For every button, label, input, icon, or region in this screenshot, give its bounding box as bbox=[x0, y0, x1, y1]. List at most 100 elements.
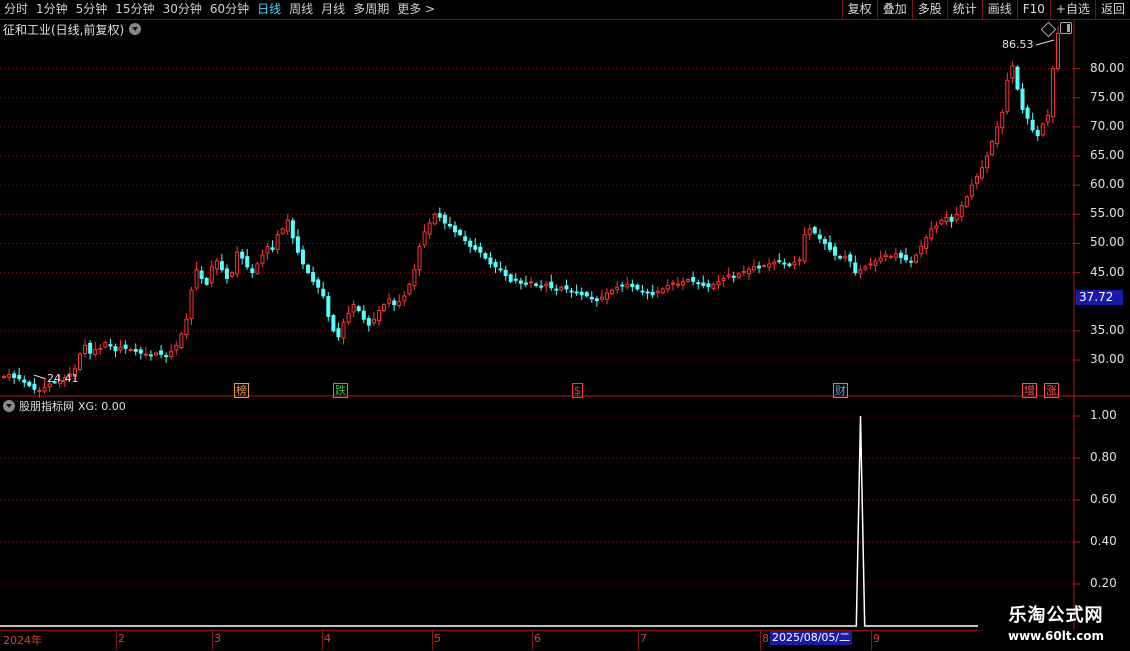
candle-body bbox=[255, 263, 260, 274]
candle-body bbox=[974, 175, 979, 184]
month-tick bbox=[760, 631, 761, 650]
candle-body bbox=[164, 355, 169, 358]
candle-body bbox=[83, 344, 88, 355]
event-marker-0[interactable]: 榜 bbox=[234, 383, 249, 398]
candle-body bbox=[37, 389, 42, 392]
candle-body bbox=[235, 251, 240, 275]
event-marker-1[interactable]: 跌 bbox=[333, 383, 348, 398]
candle-body bbox=[711, 283, 716, 290]
candle-body bbox=[32, 383, 37, 390]
event-marker-2[interactable]: $ bbox=[572, 383, 583, 398]
price-tick-label: 65.00 bbox=[1090, 148, 1125, 163]
candle-body bbox=[174, 344, 179, 351]
watermark-url: www.60lt.com bbox=[1007, 629, 1105, 643]
candle-body bbox=[620, 284, 625, 287]
price-tick-label: 55.00 bbox=[1090, 206, 1125, 221]
event-marker-5[interactable]: 涨 bbox=[1044, 383, 1059, 398]
candle-body bbox=[635, 284, 640, 290]
candle-body bbox=[539, 285, 544, 288]
candle-body bbox=[589, 296, 594, 300]
candle-body bbox=[488, 257, 493, 265]
candle-body bbox=[523, 282, 528, 285]
candle-body bbox=[579, 291, 584, 296]
candle-body bbox=[1015, 66, 1020, 90]
candlestick-chart[interactable] bbox=[0, 0, 1130, 630]
candle-body bbox=[903, 254, 908, 261]
candle-body bbox=[1040, 123, 1045, 136]
candle-body bbox=[584, 292, 589, 297]
candle-body bbox=[670, 282, 675, 285]
candle-body bbox=[189, 289, 194, 320]
candle-body bbox=[969, 184, 974, 197]
month-label: 2024年 bbox=[3, 634, 42, 647]
candle-body bbox=[691, 277, 696, 282]
month-tick bbox=[116, 631, 117, 650]
candle-body bbox=[12, 373, 17, 379]
candle-body bbox=[731, 275, 736, 278]
candle-body bbox=[650, 291, 655, 296]
event-marker-4[interactable]: 增 bbox=[1022, 383, 1037, 398]
month-label: 4 bbox=[324, 632, 331, 645]
chevron-down-icon[interactable] bbox=[3, 400, 15, 412]
indicator-name: 股朋指标网 bbox=[19, 400, 74, 413]
candle-body bbox=[827, 242, 832, 250]
candle-body bbox=[366, 318, 371, 326]
candle-body bbox=[833, 246, 838, 256]
event-marker-3[interactable]: 财 bbox=[833, 383, 848, 398]
candle-body bbox=[645, 291, 650, 294]
candle-body bbox=[610, 289, 615, 295]
candle-body bbox=[518, 280, 523, 284]
candle-body bbox=[103, 342, 108, 348]
candle-body bbox=[822, 239, 827, 244]
indicator-tick-label: 0.40 bbox=[1090, 534, 1117, 548]
candle-body bbox=[336, 328, 341, 338]
candle-body bbox=[128, 349, 133, 352]
candle-body bbox=[331, 315, 336, 332]
candle-body bbox=[468, 240, 473, 247]
candle-body bbox=[802, 234, 807, 262]
candle-body bbox=[838, 256, 843, 259]
candle-body bbox=[402, 295, 407, 302]
candle-body bbox=[934, 225, 939, 229]
month-tick bbox=[322, 631, 323, 650]
watermark-title: 乐淘公式网 bbox=[1008, 605, 1104, 626]
candle-body bbox=[893, 253, 898, 258]
candle-body bbox=[27, 381, 32, 387]
candle-body bbox=[843, 255, 848, 259]
month-tick bbox=[871, 631, 872, 650]
candle-body bbox=[868, 263, 873, 266]
candle-body bbox=[772, 261, 777, 265]
candle-body bbox=[675, 283, 680, 286]
indicator-tick-label: 0.80 bbox=[1090, 450, 1117, 464]
candle-body bbox=[113, 346, 118, 352]
candle-body bbox=[224, 268, 229, 279]
candle-body bbox=[716, 280, 721, 286]
candle-body bbox=[985, 155, 990, 169]
month-label: 6 bbox=[534, 632, 541, 645]
candle-body bbox=[1025, 107, 1030, 119]
candle-body bbox=[407, 283, 412, 295]
candle-body bbox=[427, 222, 432, 235]
candle-body bbox=[159, 350, 164, 355]
candle-body bbox=[1050, 68, 1055, 118]
candle-body bbox=[549, 281, 554, 289]
xg-line bbox=[0, 415, 978, 627]
month-tick bbox=[532, 631, 533, 650]
candle-body bbox=[42, 386, 47, 392]
price-tick-label: 60.00 bbox=[1090, 177, 1125, 192]
indicator-value: XG: 0.00 bbox=[78, 399, 126, 413]
month-tick bbox=[638, 631, 639, 650]
candle-body bbox=[290, 220, 295, 239]
current-price-tag: 37.72 bbox=[1076, 290, 1123, 305]
candle-body bbox=[143, 353, 148, 356]
price-tick-label: 50.00 bbox=[1090, 235, 1125, 250]
candle-body bbox=[417, 245, 422, 271]
candle-body bbox=[1020, 88, 1025, 110]
candle-body bbox=[665, 284, 670, 290]
price-tick-label: 70.00 bbox=[1090, 118, 1125, 133]
candle-body bbox=[696, 282, 701, 285]
candle-body bbox=[797, 259, 802, 262]
candle-body bbox=[265, 245, 270, 254]
low-arrow bbox=[33, 374, 47, 380]
candle-body bbox=[260, 254, 265, 264]
